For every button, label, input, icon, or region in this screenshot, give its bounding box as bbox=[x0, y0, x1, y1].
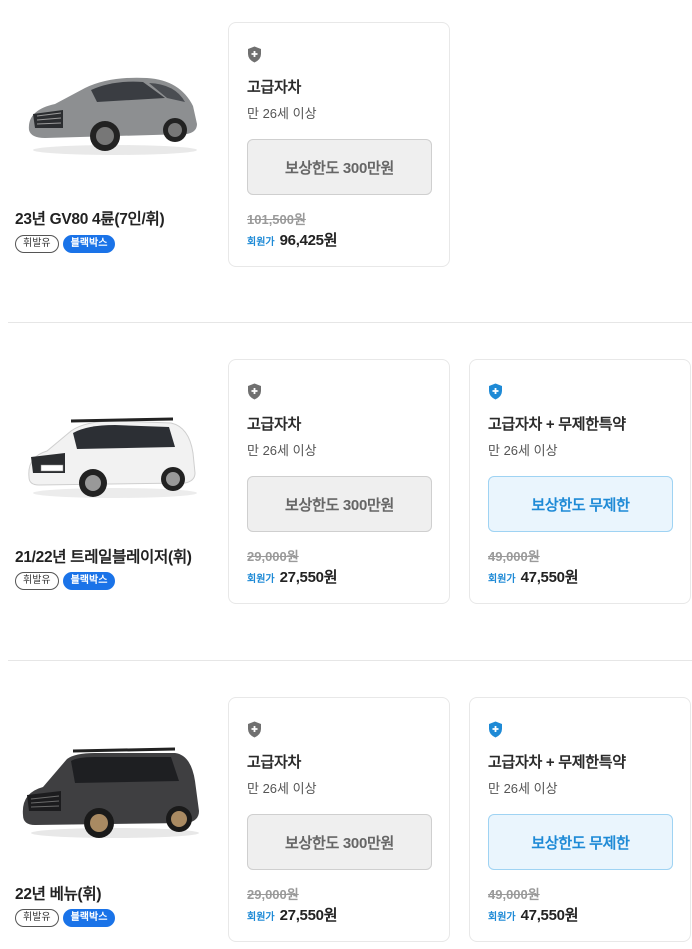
insurance-plan-card[interactable]: 고급자차 + 무제한특약 만 26세 이상 보상한도 무제한 49,000원 회… bbox=[469, 359, 691, 604]
coverage-limit-button[interactable]: 보상한도 300만원 bbox=[247, 139, 432, 195]
insurance-plan-card[interactable]: 고급자차 + 무제한특약 만 26세 이상 보상한도 무제한 49,000원 회… bbox=[469, 697, 691, 942]
plan-title: 고급자차 bbox=[247, 416, 302, 433]
member-price-row: 회원가 47,550원 bbox=[488, 904, 579, 925]
original-price: 49,000원 bbox=[488, 887, 540, 902]
blackbox-tag: 블랙박스 bbox=[62, 572, 116, 590]
coverage-limit-button[interactable]: 보상한도 300만원 bbox=[247, 814, 432, 870]
car-tags: 휘발유 블랙박스 bbox=[15, 572, 116, 590]
shield-icon bbox=[248, 383, 261, 400]
member-price-row: 회원가 96,425원 bbox=[247, 229, 338, 250]
car-tags: 휘발유 블랙박스 bbox=[15, 235, 116, 253]
car-row: 23년 GV80 4륜(7인/휘) 휘발유 블랙박스 고급자차 만 26세 이상… bbox=[0, 0, 692, 322]
member-price: 47,550원 bbox=[520, 907, 579, 924]
plan-title: 고급자차 + 무제한특약 bbox=[488, 416, 626, 433]
car-image bbox=[28, 77, 197, 155]
fuel-tag: 휘발유 bbox=[15, 909, 59, 927]
shield-icon bbox=[248, 721, 261, 738]
shield-icon bbox=[248, 46, 261, 63]
fuel-tag: 휘발유 bbox=[15, 235, 59, 253]
coverage-limit-button[interactable]: 보상한도 무제한 bbox=[488, 476, 673, 532]
member-price-label: 회원가 bbox=[488, 912, 516, 923]
car-image bbox=[22, 747, 200, 838]
member-price: 27,550원 bbox=[279, 907, 338, 924]
blackbox-tag: 블랙박스 bbox=[62, 235, 116, 253]
age-requirement: 만 26세 이상 bbox=[488, 443, 558, 458]
car-row: 21/22년 트레일블레이저(휘) 휘발유 블랙박스 고급자차 만 26세 이상… bbox=[0, 323, 692, 660]
plan-title: 고급자차 bbox=[247, 754, 302, 771]
shield-icon bbox=[489, 383, 502, 400]
member-price: 27,550원 bbox=[279, 569, 338, 586]
age-requirement: 만 26세 이상 bbox=[247, 781, 317, 796]
car-row: 22년 베뉴(휘) 휘발유 블랙박스 고급자차 만 26세 이상 보상한도 30… bbox=[0, 661, 692, 949]
insurance-plan-card[interactable]: 고급자차 만 26세 이상 보상한도 300만원 101,500원 회원가 96… bbox=[228, 22, 450, 267]
insurance-plan-card[interactable]: 고급자차 만 26세 이상 보상한도 300만원 29,000원 회원가 27,… bbox=[228, 697, 450, 942]
age-requirement: 만 26세 이상 bbox=[247, 106, 317, 121]
original-price: 29,000원 bbox=[247, 887, 299, 902]
car-tags: 휘발유 블랙박스 bbox=[15, 909, 116, 927]
original-price: 49,000원 bbox=[488, 549, 540, 564]
coverage-limit-button[interactable]: 보상한도 무제한 bbox=[488, 814, 673, 870]
member-price-label: 회원가 bbox=[488, 574, 516, 585]
member-price-label: 회원가 bbox=[247, 912, 275, 923]
plan-title: 고급자차 bbox=[247, 79, 302, 96]
shield-icon bbox=[489, 721, 502, 738]
member-price-row: 회원가 27,550원 bbox=[247, 566, 338, 587]
member-price-label: 회원가 bbox=[247, 237, 275, 248]
fuel-tag: 휘발유 bbox=[15, 572, 59, 590]
coverage-limit-button[interactable]: 보상한도 300만원 bbox=[247, 476, 432, 532]
member-price-row: 회원가 27,550원 bbox=[247, 904, 338, 925]
blackbox-tag: 블랙박스 bbox=[62, 909, 116, 927]
age-requirement: 만 26세 이상 bbox=[488, 781, 558, 796]
plan-title: 고급자차 + 무제한특약 bbox=[488, 754, 626, 771]
member-price-row: 회원가 47,550원 bbox=[488, 566, 579, 587]
member-price: 47,550원 bbox=[520, 569, 579, 586]
original-price: 29,000원 bbox=[247, 549, 299, 564]
car-image bbox=[28, 417, 197, 498]
car-name: 22년 베뉴(휘) bbox=[15, 886, 102, 903]
insurance-plan-card[interactable]: 고급자차 만 26세 이상 보상한도 300만원 29,000원 회원가 27,… bbox=[228, 359, 450, 604]
car-name: 23년 GV80 4륜(7인/휘) bbox=[15, 211, 165, 228]
age-requirement: 만 26세 이상 bbox=[247, 443, 317, 458]
car-name: 21/22년 트레일블레이저(휘) bbox=[15, 549, 192, 566]
member-price: 96,425원 bbox=[279, 232, 338, 249]
member-price-label: 회원가 bbox=[247, 574, 275, 585]
original-price: 101,500원 bbox=[247, 212, 306, 227]
